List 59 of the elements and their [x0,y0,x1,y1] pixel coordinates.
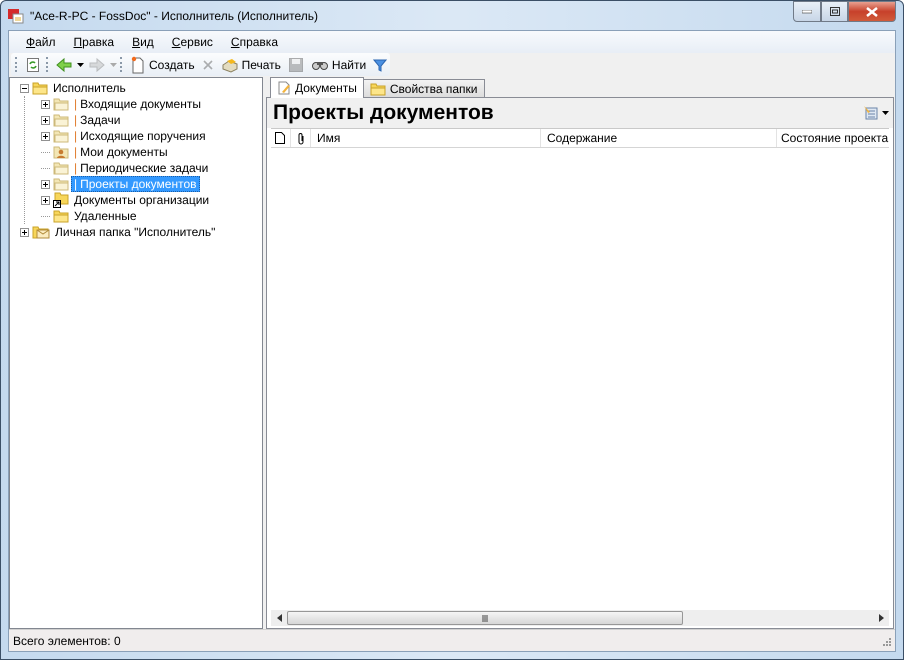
tree-item[interactable]: | Мои документы [71,144,171,160]
tree-item[interactable]: | Периодические задачи [71,160,212,176]
folder-icon [53,113,69,127]
view-menu-icon[interactable] [863,105,889,121]
create-button[interactable]: Создать [128,56,197,74]
tree-item[interactable]: | Задачи [71,112,124,128]
back-arrow-icon[interactable] [54,56,74,72]
window-title: "Ace-R-PC - FossDoc" - Исполнитель (Исполнитель) [30,8,320,22]
column-header[interactable]: Состояние проекта [777,129,889,147]
tree-item[interactable]: | Входящие документы [71,96,204,112]
resize-grip-icon[interactable] [881,636,891,646]
filter-icon[interactable] [371,58,390,72]
printer-icon [220,56,239,72]
folder-icon [53,177,69,191]
tab[interactable]: Документы [270,77,364,98]
tree-item[interactable]: | Исходящие поручения [71,128,209,144]
app-icon [8,8,24,24]
expand-icon[interactable] [41,180,50,188]
menu-item[interactable]: Правка [64,35,124,49]
new-document-icon [130,56,146,74]
minimize-button[interactable] [793,1,821,22]
column-header[interactable]: Имя [311,129,541,147]
menu-item[interactable]: Вид [123,35,163,49]
column-header[interactable]: Содержание [541,129,777,147]
pane-title: Проекты документов [273,100,494,126]
expand-icon[interactable] [41,196,50,204]
tree-item[interactable]: Личная папка "Исполнитель" [52,224,218,240]
close-icon [866,6,878,16]
scrollbar-thumb[interactable] [287,611,683,625]
tab[interactable]: Свойства папки [362,79,485,97]
menu-item[interactable]: Файл [17,35,65,49]
dropdown-arrow-icon[interactable] [77,62,84,66]
minimize-icon [802,10,812,14]
folder-icon [53,129,69,143]
collapse-icon[interactable] [20,84,29,92]
menu-item[interactable]: Справка [222,35,287,49]
print-button[interactable]: Печать [218,56,283,72]
status-text: Всего элементов: 0 [13,634,121,648]
document-pencil-icon [277,81,291,95]
tree-item[interactable]: Удаленные [71,208,140,224]
folder-icon [32,81,48,95]
expand-icon[interactable] [20,228,29,236]
folder-icon [53,97,69,111]
close-button[interactable] [848,1,896,22]
expand-icon[interactable] [41,116,50,124]
user-folder-icon [53,145,69,159]
folder-icon [53,161,69,175]
folder-icon [53,209,69,223]
maximize-button[interactable] [821,1,848,22]
find-button[interactable]: Найти [308,58,368,72]
tree-item[interactable]: Документы организации [71,192,212,208]
maximize-icon [830,7,840,16]
tree-item[interactable]: Исполнитель [50,80,129,96]
shortcut-folder-icon [53,192,69,208]
menu-item[interactable]: Сервис [162,35,222,49]
expand-icon[interactable] [41,132,50,140]
expand-icon[interactable] [41,100,50,108]
folder-icon [370,82,386,96]
envelope-folder-icon [32,225,50,239]
